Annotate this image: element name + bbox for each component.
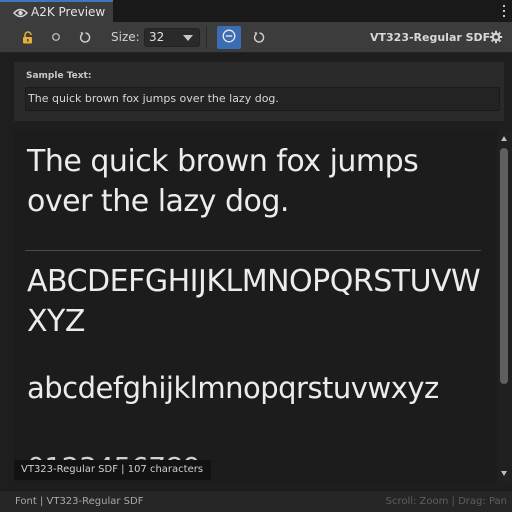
scroll-down-icon[interactable]: [501, 471, 507, 476]
size-value: 32: [149, 30, 165, 44]
sample-text-label: Sample Text:: [26, 71, 92, 81]
toolbar: Size: 32 VT323-Regular SDF: [0, 22, 512, 53]
font-info-overlay: VT323-Regular SDF | 107 characters: [14, 460, 212, 480]
font-name: VT323-Regular SDF: [370, 31, 491, 44]
preview-sentence-line-1: The quick brown fox jumps: [27, 144, 419, 179]
more-options-icon[interactable]: [503, 5, 506, 17]
size-dropdown[interactable]: 32: [144, 28, 200, 47]
preview-uppercase: ABCDEFGHIJKLMNOPQRSTUVWXYZ: [27, 264, 481, 339]
vertical-scrollbar[interactable]: [497, 130, 512, 482]
gear-icon[interactable]: [487, 28, 505, 46]
font-preview-area[interactable]: The quick brown fox jumps over the lazy …: [14, 130, 512, 482]
size-label: Size:: [111, 30, 140, 44]
minus-circle-icon: [222, 28, 236, 47]
status-hint: Scroll: Zoom | Drag: Pan: [385, 496, 507, 507]
lock-icon[interactable]: [19, 28, 37, 46]
refresh-icon[interactable]: [76, 28, 94, 46]
eye-icon: [13, 3, 28, 22]
scrollbar-thumb[interactable]: [500, 148, 508, 384]
tab-a2k-preview[interactable]: A2K Preview: [0, 0, 113, 22]
status-bar: Font | VT323-Regular SDF Scroll: Zoom | …: [0, 490, 512, 512]
chevron-down-icon: [183, 35, 193, 41]
tab-bar: A2K Preview: [0, 0, 512, 22]
sample-text-section: Sample Text: The quick brown fox jumps o…: [14, 62, 504, 121]
preview-divider: [25, 250, 481, 251]
toggle-button[interactable]: [217, 26, 241, 49]
tab-title: A2K Preview: [31, 5, 106, 19]
scroll-up-icon[interactable]: [501, 136, 507, 141]
toolbar-divider: [206, 26, 207, 49]
preview-lowercase: abcdefghijklmnopqrstuvwxyz: [27, 371, 439, 405]
preview-sentence-line-2: over the lazy dog.: [27, 184, 289, 219]
status-font-info: Font | VT323-Regular SDF: [15, 496, 144, 507]
reset-icon[interactable]: [250, 28, 268, 46]
sample-text-input[interactable]: The quick brown fox jumps over the lazy …: [25, 87, 500, 111]
preview-sentence: The quick brown fox jumps over the lazy …: [27, 142, 419, 222]
circle-icon[interactable]: [47, 28, 65, 46]
